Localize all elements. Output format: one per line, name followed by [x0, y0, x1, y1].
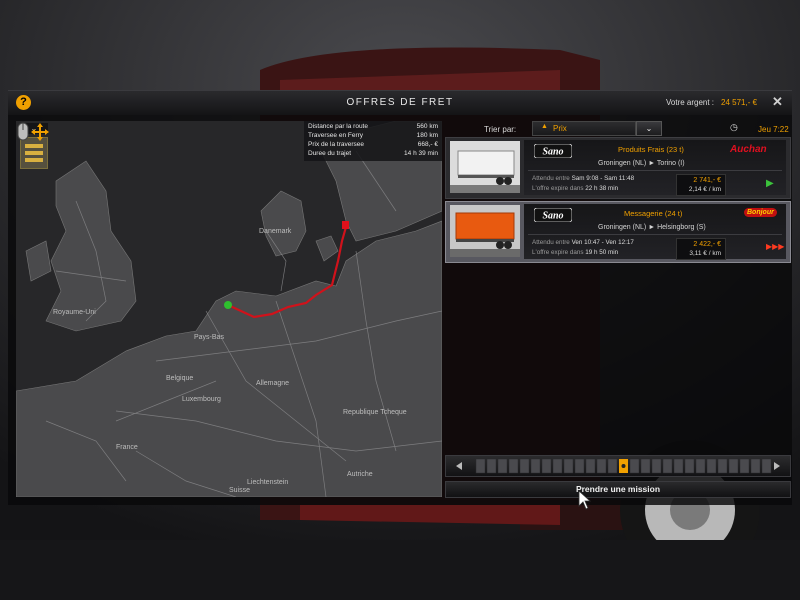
urgency-icon: ▶▶▶ [766, 242, 785, 251]
route-duration: Duree du trajet 14 h 39 min [308, 150, 438, 157]
scroll-left-icon[interactable] [456, 462, 462, 470]
mouse-cursor-icon [578, 490, 592, 510]
job-price: 2 422,- € [693, 241, 721, 248]
client-brand: Auchan [730, 144, 767, 155]
cargo-name: Messagerie (24 t) [624, 209, 683, 218]
cargo-name: Produits Frais (23 t) [618, 145, 684, 154]
route-distance: Distance par la route 560 km [308, 123, 438, 130]
offer-expires: L'offre expire dans 22 h 38 min [532, 185, 619, 192]
offer-expires: L'offre expire dans 19 h 50 min [532, 249, 619, 256]
job-details: Sano Messagerie (24 t) Groningen (NL) ► … [524, 204, 786, 260]
job-list-scroller[interactable] [445, 455, 791, 477]
route-map[interactable]: Danemark Royaume-Uni Pays-Bas Belgique L… [16, 121, 442, 497]
country-label: Republique Tcheque [343, 409, 407, 416]
route-ferry-price: Prix de la traversee 668,- € [308, 141, 438, 148]
country-label: France [116, 444, 138, 451]
freight-offers-window: ? OFFRES DE FRET Votre argent : 24 571,-… [8, 90, 792, 505]
route-ferry: Traversee en Ferry 180 km [308, 132, 438, 139]
sort-arrow-icon: ▲ [541, 123, 548, 130]
close-icon[interactable]: ✕ [772, 94, 783, 110]
trailer-thumbnail [450, 141, 520, 193]
money-label: Votre argent : [666, 98, 715, 107]
job-details: Sano Produits Frais (23 t) Groningen (NL… [524, 140, 786, 196]
job-offer-card[interactable]: Sano Messagerie (24 t) Groningen (NL) ► … [445, 201, 791, 263]
urgency-icon: ▶ [766, 178, 774, 189]
sort-select[interactable]: ▲ Prix [532, 121, 636, 136]
country-label: Danemark [259, 228, 292, 235]
job-offer-card[interactable]: Sano Produits Frais (23 t) Groningen (NL… [445, 137, 791, 199]
divider [528, 234, 782, 235]
country-label: Belgique [166, 375, 194, 382]
job-route: Groningen (NL) ► Helsingborg (S) [598, 224, 706, 231]
company-logo: Sano [534, 208, 572, 222]
scroll-right-icon[interactable] [774, 462, 780, 470]
route-info-panel: Distance par la route 560 km Traversee en… [304, 121, 442, 161]
money-value: 24 571,- € [721, 98, 758, 107]
expected-window: Attendu entre Ven 10:47 - Ven 12:17 [532, 239, 634, 246]
country-label: Autriche [347, 471, 373, 478]
job-price: 2 741,- € [693, 177, 721, 184]
svg-text:Sano: Sano [542, 211, 563, 222]
country-label: Allemagne [256, 380, 290, 387]
country-label: Royaume-Uni [53, 309, 96, 316]
sort-value: Prix [553, 124, 567, 133]
client-brand: Bonjour [744, 208, 777, 217]
divider [528, 170, 782, 171]
country-label: Pays-Bas [194, 334, 224, 341]
country-label: Liechtenstein [247, 479, 289, 486]
country-label: Luxembourg [182, 396, 221, 403]
trailer-thumbnail [450, 205, 520, 257]
take-mission-button[interactable]: Prendre une mission [445, 481, 791, 498]
country-label: Suisse [229, 487, 251, 494]
price-per-km: 3,11 € / km [689, 250, 721, 257]
clock-icon: ◷ [730, 122, 738, 132]
mouse-hint-icon [17, 122, 49, 141]
sort-direction-button[interactable]: ⌄ [636, 121, 662, 136]
price-box: 2 741,- € 2,14 € / km [676, 174, 726, 196]
company-logo: Sano [534, 144, 572, 158]
svg-text:Sano: Sano [542, 147, 563, 158]
sort-label: Trier par: [484, 125, 517, 134]
expected-window: Attendu entre Sam 9:08 - Sam 11:48 [532, 175, 635, 182]
price-per-km: 2,14 € / km [688, 186, 721, 193]
job-route: Groningen (NL) ► Torino (I) [598, 160, 685, 167]
game-time: Jeu 7:22 [758, 125, 789, 134]
title-bar: ? OFFRES DE FRET Votre argent : 24 571,-… [8, 91, 792, 115]
price-box: 2 422,- € 3,11 € / km [676, 238, 726, 260]
